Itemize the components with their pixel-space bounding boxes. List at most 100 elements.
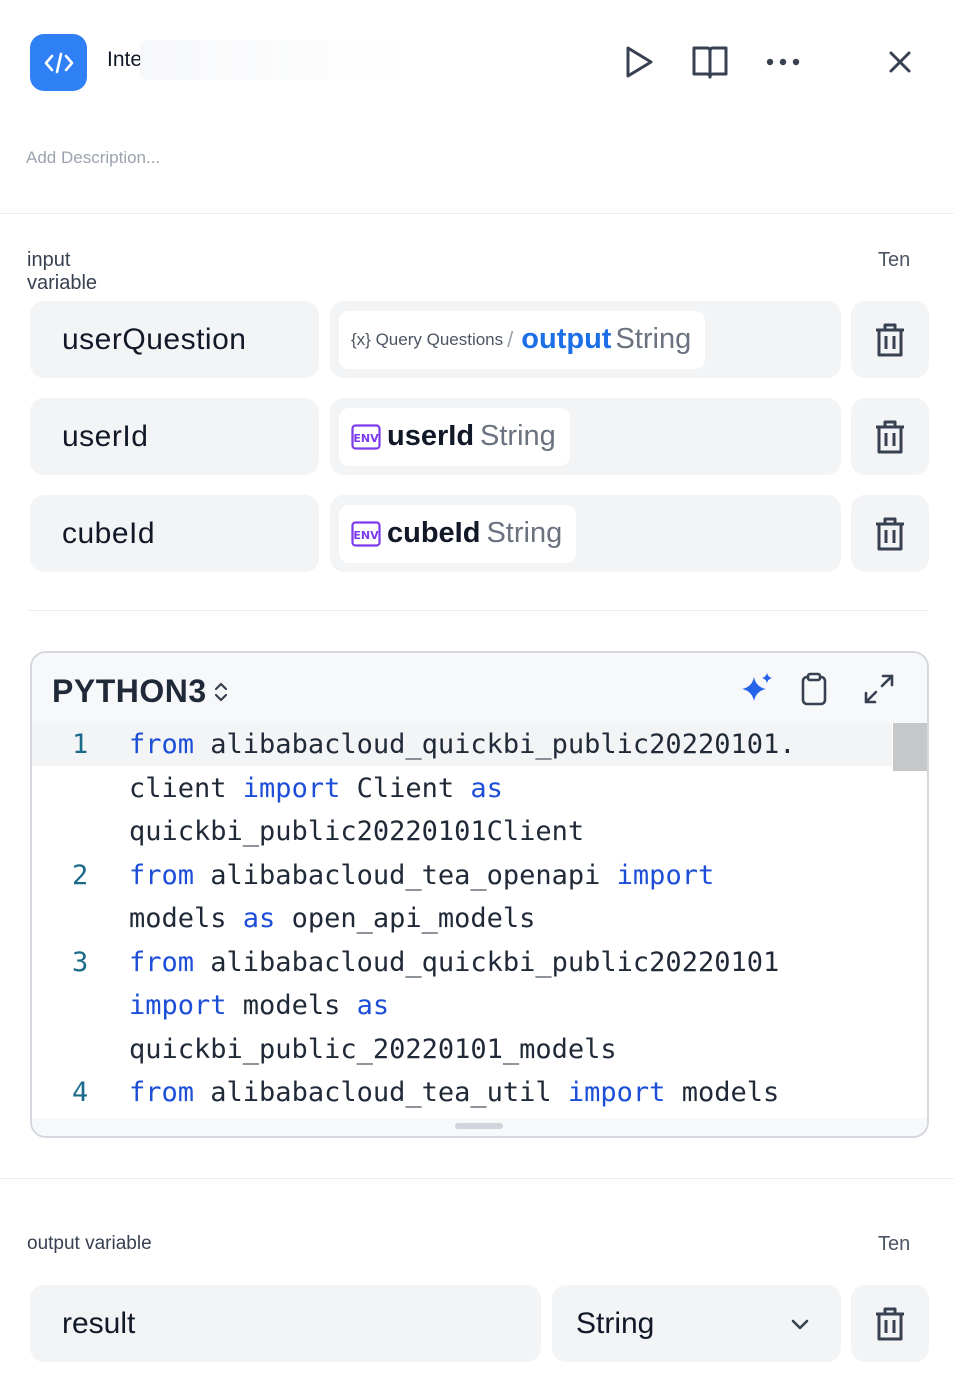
code-keyword: from <box>129 1077 195 1108</box>
svg-text:ENV: ENV <box>353 529 379 542</box>
input-var-reference[interactable]: {x} Query Questions / output String <box>330 301 841 378</box>
close-button[interactable] <box>878 40 922 84</box>
node-header: Inte Add Description... <box>0 0 954 214</box>
delete-output-button[interactable] <box>851 1285 929 1362</box>
code-text: from alibabacloud_quickbi_public20220101… <box>129 723 795 766</box>
code-keyword: from <box>129 729 195 760</box>
svg-text:ENV: ENV <box>353 432 379 445</box>
variable-chip: {x} Query Questions / output String <box>339 310 706 369</box>
code-keyword: as <box>242 903 276 934</box>
code-keyword: from <box>129 946 195 978</box>
description-input[interactable]: Add Description... <box>26 148 160 168</box>
input-variable-label: input variable <box>27 248 97 295</box>
copy-button[interactable] <box>794 669 834 709</box>
updown-chevron-icon <box>214 682 227 701</box>
delete-input-button[interactable] <box>851 398 929 475</box>
code-token: quickbi_public20220101Client <box>129 816 585 847</box>
input-var-name[interactable]: userId <box>30 398 319 475</box>
code-editor: PYTHON3 1 from alibabacloud_quickbi_publ… <box>30 651 929 1138</box>
code-token: alibabacloud_quickbi_public20220101. <box>194 729 796 760</box>
input-var-reference[interactable]: ENV userId String <box>330 398 841 475</box>
code-token: quickbi_public_20220101_models <box>129 1033 617 1065</box>
more-dots-icon <box>766 58 800 66</box>
code-token: models <box>665 1077 780 1108</box>
run-button[interactable] <box>617 40 661 84</box>
ai-assist-button[interactable] <box>737 669 777 709</box>
editor-footer <box>32 1118 927 1136</box>
editor-toolbar: PYTHON3 <box>32 653 927 723</box>
section-divider <box>0 1178 954 1179</box>
input-add-label[interactable]: Ten <box>878 249 910 272</box>
chip-type: String <box>480 420 556 452</box>
env-icon: ENV <box>351 520 381 547</box>
play-icon <box>626 46 653 78</box>
code-text: from alibabacloud_tea_util import models <box>129 1071 779 1114</box>
chip-type: String <box>615 323 692 355</box>
chevron-down-icon <box>791 1319 809 1330</box>
editor-scrollbar-thumb[interactable] <box>893 723 927 771</box>
trash-icon <box>876 1307 904 1340</box>
code-keyword: import <box>242 772 341 804</box>
editor-resize-handle[interactable] <box>455 1123 503 1129</box>
code-text: quickbi_public_20220101_models <box>129 1028 617 1071</box>
code-text: quickbi_public20220101Client <box>129 810 584 853</box>
sparkle-icon <box>742 673 772 701</box>
code-text: from alibabacloud_tea_openapi import <box>129 854 714 897</box>
trash-icon <box>876 517 904 550</box>
code-keyword: import <box>616 859 715 891</box>
delete-input-button[interactable] <box>851 495 929 572</box>
code-token: alibabacloud_tea_openapi <box>194 859 617 891</box>
code-content[interactable]: 1 from alibabacloud_quickbi_public2022010… <box>32 723 927 1118</box>
chip-source: {x} Query Questions <box>351 329 504 349</box>
node-title[interactable]: Inte <box>107 48 142 72</box>
expand-button[interactable] <box>859 669 899 709</box>
title-fade-overlay <box>140 40 410 80</box>
input-var-reference[interactable]: ENV cubeId String <box>330 495 841 572</box>
code-text: models as open_api_models <box>129 897 535 940</box>
code-token: client <box>129 772 243 804</box>
code-text: import models as <box>129 984 389 1027</box>
trash-icon <box>876 420 904 453</box>
code-keyword: as <box>356 990 390 1021</box>
variable-chip: ENV userId String <box>339 407 570 466</box>
output-variable-label: output variable <box>27 1233 152 1254</box>
line-number: 4 <box>72 1077 89 1108</box>
code-token: Client <box>340 772 471 804</box>
input-var-name[interactable]: cubeId <box>30 495 319 572</box>
output-var-name[interactable]: result <box>30 1285 541 1362</box>
delete-input-button[interactable] <box>851 301 929 378</box>
output-add-label[interactable]: Ten <box>878 1233 910 1256</box>
language-label: PYTHON3 <box>52 673 207 709</box>
chip-variable: cubeId <box>387 517 481 549</box>
input-label-line2: variable <box>27 272 98 294</box>
line-number: 3 <box>72 946 89 978</box>
trash-icon <box>876 323 904 356</box>
code-token: models <box>226 990 357 1021</box>
language-select[interactable]: PYTHON3 <box>52 673 229 710</box>
code-keyword: as <box>470 772 503 804</box>
clipboard-icon <box>801 672 827 706</box>
code-token: open_api_models <box>275 903 536 934</box>
section-divider <box>28 610 928 611</box>
output-type-select[interactable]: String <box>552 1285 841 1362</box>
more-button[interactable] <box>761 40 805 84</box>
code-token: models <box>129 903 243 934</box>
code-token: alibabacloud_quickbi_public20220101 <box>194 946 780 978</box>
code-text: from alibabacloud_quickbi_public20220101 <box>129 941 779 984</box>
chip-separator: / <box>507 326 514 352</box>
code-text: client import Client as <box>129 767 503 810</box>
chip-variable: userId <box>387 420 475 452</box>
expand-icon <box>864 674 894 704</box>
code-keyword: import <box>567 1077 666 1108</box>
output-type-value: String <box>576 1306 655 1340</box>
book-icon <box>692 46 728 79</box>
code-node-icon <box>30 34 87 91</box>
code-token: alibabacloud_tea_util <box>194 1077 568 1108</box>
variable-chip: ENV cubeId String <box>339 504 577 563</box>
docs-button[interactable] <box>688 40 732 84</box>
close-icon <box>889 51 911 73</box>
code-keyword: import <box>129 990 227 1021</box>
input-var-name[interactable]: userQuestion <box>30 301 319 378</box>
line-number: 2 <box>72 859 89 891</box>
code-keyword: from <box>129 859 195 891</box>
